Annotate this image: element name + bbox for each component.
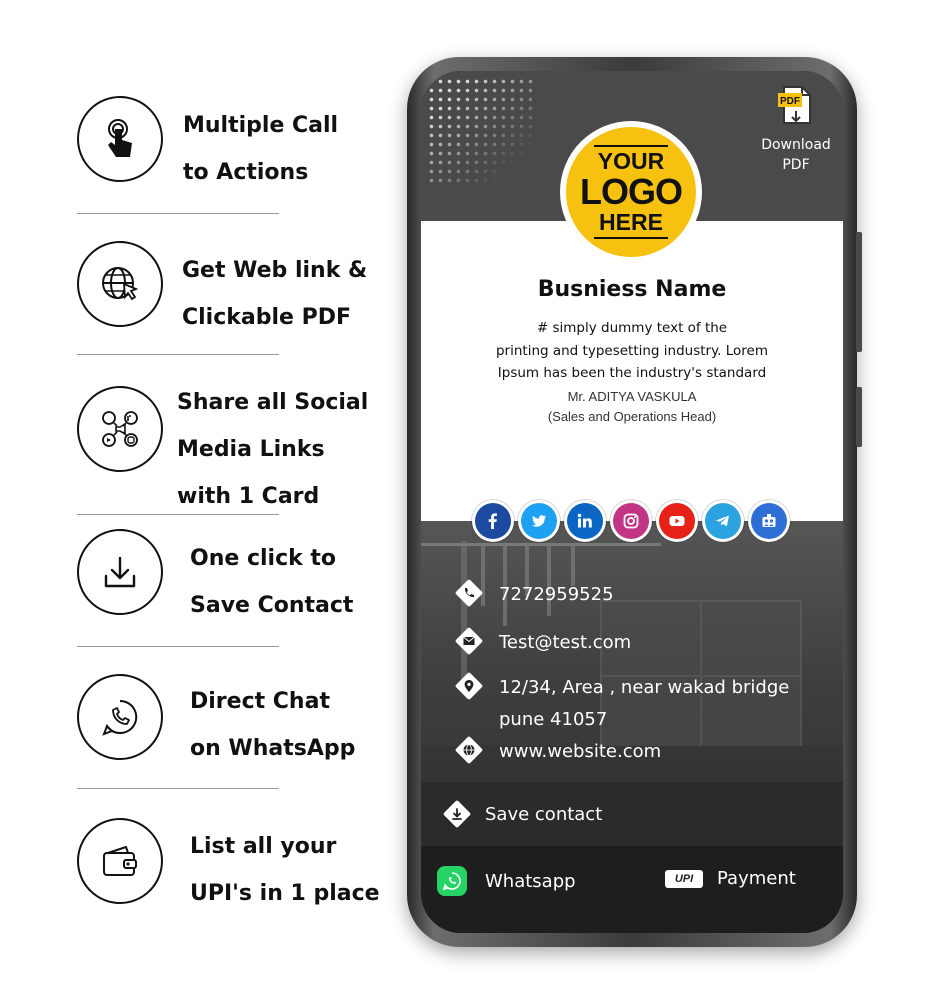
download-icon (77, 529, 163, 615)
pdf-file-icon: PDF (778, 86, 811, 124)
dot-pattern (427, 77, 537, 187)
payment-label: Payment (717, 868, 796, 889)
linkedin-icon[interactable] (567, 503, 603, 539)
feature-web-link-pdf: Get Web link & Clickable PDF (182, 258, 368, 330)
phone-screen: YOUR LOGO HERE PDF Download PDF Busniess… (421, 71, 843, 933)
phone-side-button (856, 387, 862, 447)
phone-icon (464, 588, 474, 598)
instagram-icon[interactable] (613, 503, 649, 539)
email-address: Test@test.com (499, 632, 632, 653)
pdf-badge-text: PDF (780, 96, 800, 107)
download-pdf-button[interactable]: PDF Download PDF (751, 83, 841, 175)
whatsapp-logo-icon (437, 866, 467, 896)
save-contact-bar: Save contact (421, 782, 843, 846)
wallet-icon (77, 818, 163, 904)
group-icon[interactable] (751, 503, 787, 539)
phone-side-button (856, 232, 862, 352)
hand-pointer-icon (77, 96, 163, 182)
location-pin-icon (464, 680, 474, 692)
logo-placeholder: YOUR LOGO HERE (560, 121, 702, 263)
divider (77, 788, 279, 789)
contact-website[interactable]: www.website.com (454, 735, 662, 768)
divider (77, 514, 279, 515)
youtube-icon[interactable] (659, 503, 695, 539)
globe-icon (463, 744, 475, 756)
social-hub-icon (77, 386, 163, 472)
feature-social-links: Share all Social Media Links with 1 Card (177, 390, 369, 509)
divider (77, 213, 279, 214)
email-icon (463, 636, 475, 645)
twitter-icon[interactable] (521, 503, 557, 539)
phone-frame: YOUR LOGO HERE PDF Download PDF Busniess… (407, 57, 862, 947)
person-title: (Sales and Operations Head) (547, 409, 717, 424)
telegram-icon[interactable] (705, 503, 741, 539)
address-text: 12/34, Area , near wakad bridge pune 410… (499, 677, 790, 730)
logo-text-line: LOGO (580, 171, 683, 212)
person-info: Mr. ADITYA VASKULA (Sales and Operations… (421, 387, 843, 427)
divider (77, 354, 279, 355)
person-name: Mr. ADITYA VASKULA (567, 389, 697, 404)
download-pdf-label: Download PDF (761, 137, 831, 173)
payment-button[interactable]: UPI Payment (665, 868, 796, 889)
contact-email[interactable]: Test@test.com (454, 626, 632, 659)
facebook-icon[interactable] (475, 503, 511, 539)
action-bar: Whatsapp UPI Payment (421, 846, 843, 933)
website-url: www.website.com (499, 741, 662, 762)
divider (77, 646, 279, 647)
contact-address[interactable]: 12/34, Area , near wakad bridge pune 410… (454, 671, 790, 736)
business-name: Busniess Name (537, 277, 727, 302)
save-contact-label: Save contact (485, 803, 603, 825)
feature-save-contact: One click to Save Contact (190, 546, 354, 618)
contact-phone[interactable]: 7272959525 (454, 578, 614, 611)
globe-cursor-icon (77, 241, 163, 327)
logo-text-line: HERE (599, 209, 663, 235)
upi-logo-icon: UPI (665, 869, 703, 888)
feature-upi-list: List all your UPI's in 1 place (190, 834, 380, 906)
save-contact-button[interactable]: Save contact (442, 799, 603, 829)
download-arrow-icon (452, 808, 462, 820)
whatsapp-label: Whatsapp (485, 870, 576, 892)
phone-number: 7272959525 (499, 584, 614, 605)
business-description: # simply dummy text of the printing and … (495, 320, 769, 381)
feature-whatsapp-chat: Direct Chat on WhatsApp (190, 689, 356, 761)
whatsapp-icon (77, 674, 163, 760)
feature-call-to-actions: Multiple Call to Actions (183, 113, 339, 185)
whatsapp-button[interactable]: Whatsapp (437, 866, 576, 896)
